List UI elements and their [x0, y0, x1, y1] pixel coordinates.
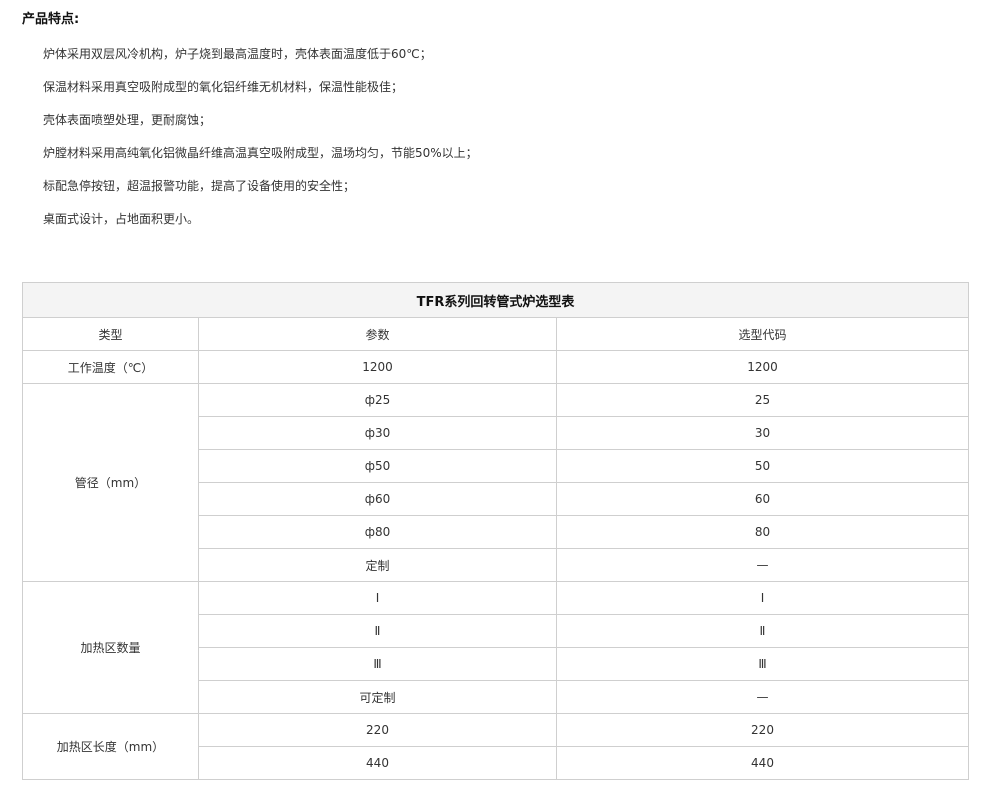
- table-row: 加热区数量 Ⅰ Ⅰ: [22, 581, 969, 714]
- type-cell-heating-zones: 加热区数量: [22, 581, 199, 714]
- table-row: 工作温度（℃） 1200 1200: [22, 350, 969, 384]
- code-cell: 50: [556, 449, 969, 483]
- param-cell: 可定制: [198, 680, 557, 714]
- column-header-code: 选型代码: [556, 317, 969, 351]
- param-cell: Ⅲ: [198, 647, 557, 681]
- feature-item: 炉体采用双层风冷机构，炉子烧到最高温度时，壳体表面温度低于60℃；: [43, 47, 432, 61]
- param-cell: Ⅱ: [198, 614, 557, 648]
- type-cell-temperature: 工作温度（℃）: [22, 350, 199, 384]
- param-cell: ф60: [198, 482, 557, 516]
- feature-item: 炉膛材料采用高纯氧化铝微晶纤维高温真空吸附成型，温场均匀，节能50%以上；: [43, 146, 478, 160]
- table-title: TFR系列回转管式炉选型表: [22, 282, 969, 318]
- selection-table: TFR系列回转管式炉选型表 类型 参数 选型代码 工作温度（℃） 1200 12…: [22, 282, 969, 780]
- column-header-type: 类型: [22, 317, 199, 351]
- code-cell: 80: [556, 515, 969, 549]
- code-cell: —: [556, 680, 969, 714]
- table-row: 加热区长度（mm） 220 220: [22, 713, 969, 780]
- type-cell-tube-diameter: 管径（mm）: [22, 383, 199, 582]
- feature-item: 标配急停按钮，超温报警功能，提高了设备使用的安全性；: [43, 179, 356, 193]
- table-row: 管径（mm） ф25 25: [22, 383, 969, 582]
- param-cell: 定制: [198, 548, 557, 582]
- code-cell: 30: [556, 416, 969, 450]
- param-cell: ф80: [198, 515, 557, 549]
- feature-item: 保温材料采用真空吸附成型的氧化铝纤维无机材料，保温性能极佳；: [43, 80, 404, 94]
- param-cell: Ⅰ: [198, 581, 557, 615]
- param-cell: 440: [198, 746, 557, 780]
- feature-list: 炉体采用双层风冷机构，炉子烧到最高温度时，壳体表面温度低于60℃； 保温材料采用…: [43, 44, 478, 242]
- type-cell-heating-length: 加热区长度（mm）: [22, 713, 199, 780]
- feature-item: 桌面式设计，占地面积更小。: [43, 212, 200, 226]
- param-cell: 1200: [198, 350, 557, 384]
- code-cell: Ⅰ: [556, 581, 969, 615]
- column-header-parameter: 参数: [198, 317, 557, 351]
- code-cell: Ⅱ: [556, 614, 969, 648]
- code-cell: —: [556, 548, 969, 582]
- code-cell: 25: [556, 383, 969, 417]
- feature-item: 壳体表面喷塑处理，更耐腐蚀；: [43, 113, 212, 127]
- param-cell: ф25: [198, 383, 557, 417]
- code-cell: 220: [556, 713, 969, 747]
- param-cell: ф30: [198, 416, 557, 450]
- param-cell: ф50: [198, 449, 557, 483]
- section-heading: 产品特点:: [22, 12, 80, 27]
- code-cell: Ⅲ: [556, 647, 969, 681]
- code-cell: 440: [556, 746, 969, 780]
- table-header-row: 类型 参数 选型代码: [22, 317, 969, 351]
- code-cell: 60: [556, 482, 969, 516]
- code-cell: 1200: [556, 350, 969, 384]
- table-title-row: TFR系列回转管式炉选型表: [22, 282, 969, 318]
- param-cell: 220: [198, 713, 557, 747]
